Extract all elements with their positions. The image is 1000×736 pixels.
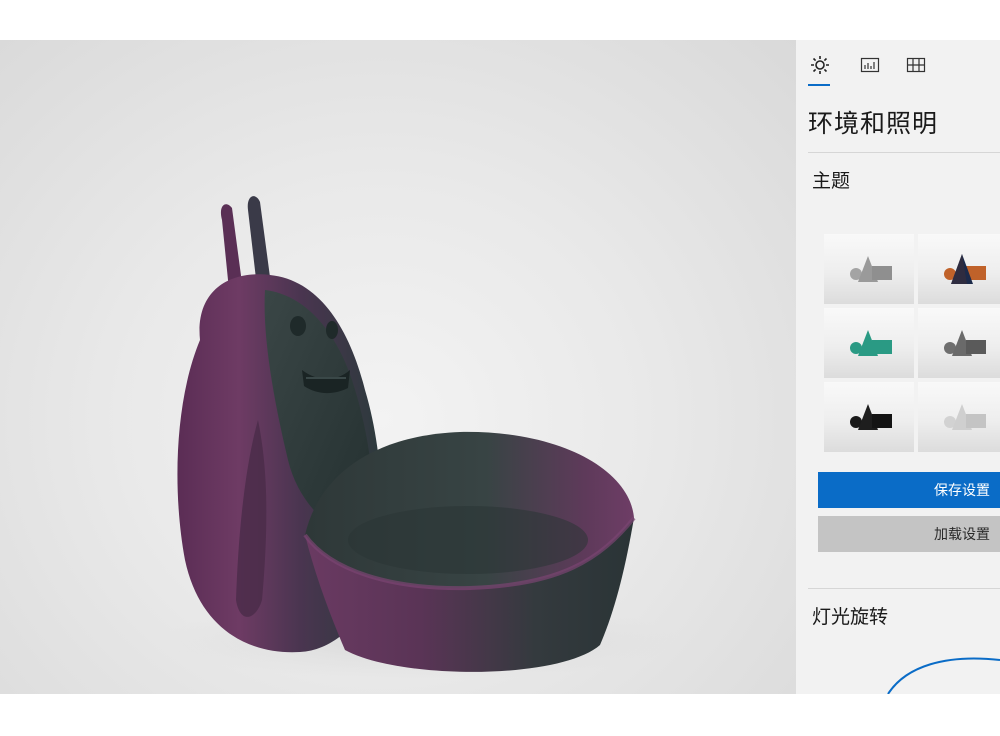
theme-preview-icon <box>944 404 986 430</box>
panel-title: 环境和照明 <box>808 109 939 138</box>
tab-lighting[interactable] <box>808 54 832 76</box>
theme-tile-dark-gray[interactable] <box>918 308 1000 378</box>
theme-preview-icon <box>850 256 892 282</box>
tab-stats[interactable] <box>858 54 882 76</box>
theme-tile-black[interactable] <box>824 382 914 452</box>
theme-tile-teal[interactable] <box>824 308 914 378</box>
load-settings-button[interactable]: 加载设置 <box>818 516 1000 552</box>
theme-tile-white[interactable] <box>918 382 1000 452</box>
active-tab-indicator <box>808 84 830 86</box>
grid-icon <box>906 57 926 73</box>
3d-model <box>160 196 680 680</box>
tab-mesh[interactable] <box>904 54 928 76</box>
theme-preview-icon <box>944 330 986 356</box>
divider <box>808 588 1000 589</box>
3d-viewport[interactable] <box>0 40 796 694</box>
theme-tile-light-gray[interactable] <box>824 234 914 304</box>
light-rotation-dial[interactable] <box>886 654 1000 694</box>
sun-icon <box>811 56 829 74</box>
theme-preview-icon <box>944 254 986 284</box>
section-title-light-rotation: 灯光旋转 <box>812 606 889 628</box>
chart-icon <box>860 57 880 73</box>
theme-preview-icon <box>850 330 892 356</box>
section-title-theme: 主题 <box>812 170 851 192</box>
app-frame: 环境和照明 主题 保存设置 加载设置 灯光旋转 <box>0 40 1000 694</box>
save-settings-button[interactable]: 保存设置 <box>818 472 1000 508</box>
theme-preview-icon <box>850 404 892 430</box>
divider <box>808 152 1000 153</box>
settings-panel: 环境和照明 主题 保存设置 加载设置 灯光旋转 <box>796 40 1000 694</box>
theme-tile-warm-contrast[interactable] <box>918 234 1000 304</box>
